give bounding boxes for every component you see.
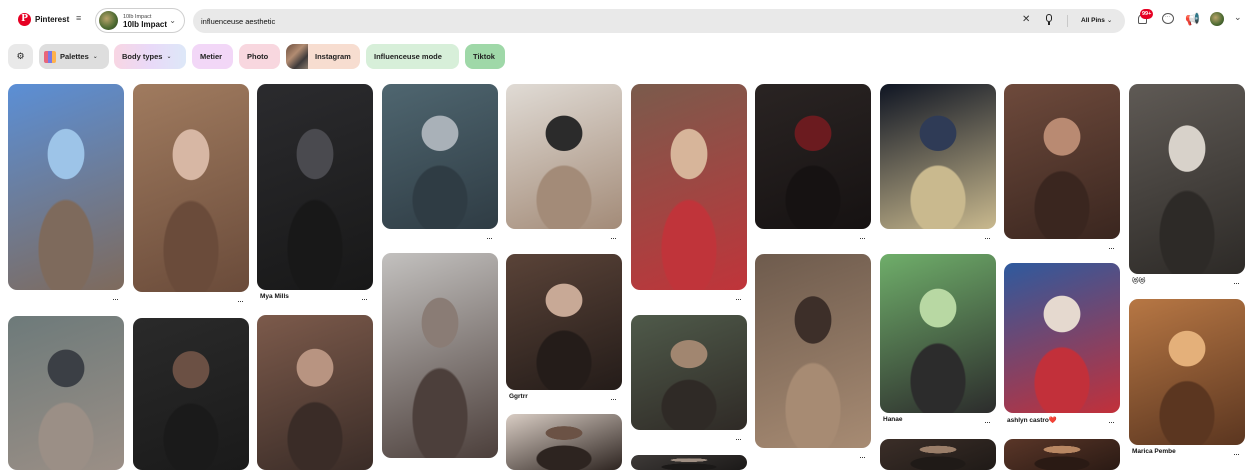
pinterest-logo[interactable]: P Pinterest: [18, 13, 69, 26]
account-avatar[interactable]: [1210, 12, 1224, 26]
pin-card[interactable]: [382, 84, 498, 229]
filter-chip-metier[interactable]: Metier: [192, 44, 233, 69]
board-thumbnail: [99, 11, 118, 30]
chevron-down-icon: ⌄: [92, 54, 98, 60]
search-input[interactable]: [201, 9, 1001, 33]
more-options-icon[interactable]: ···: [486, 234, 493, 243]
filter-chip-instagram[interactable]: Instagram: [286, 44, 360, 69]
filter-chip-label: Body types: [122, 52, 163, 61]
filter-chips-bar: ⚙ Palettes ⌄ Body types ⌄ Metier Photo Ins…: [0, 44, 1250, 70]
search-bar: ✕ All Pins⌄: [193, 9, 1125, 33]
pin-card[interactable]: [1004, 84, 1120, 239]
filter-settings-button[interactable]: ⚙: [8, 44, 33, 69]
pin-card[interactable]: [133, 84, 249, 292]
more-options-icon[interactable]: ···: [984, 418, 991, 427]
filter-chip-label: Instagram: [315, 52, 351, 61]
instagram-chip-thumbnail: [286, 44, 308, 69]
account-chevron-down-icon[interactable]: ⌄: [1234, 12, 1242, 23]
filter-chip-body-types[interactable]: Body types ⌄: [114, 44, 186, 69]
more-options-icon[interactable]: ···: [1233, 450, 1240, 459]
search-scope-label: All Pins: [1081, 17, 1105, 24]
clear-search-icon[interactable]: ✕: [1022, 14, 1030, 25]
filter-chip-tiktok[interactable]: Tiktok: [465, 44, 505, 69]
app-name: Pinterest: [35, 15, 70, 24]
notifications-badge: 99+: [1140, 9, 1154, 19]
more-options-icon[interactable]: ···: [237, 297, 244, 306]
pin-card[interactable]: [880, 254, 996, 413]
more-options-icon[interactable]: ···: [1233, 279, 1240, 288]
search-divider: [1067, 15, 1068, 27]
more-options-icon[interactable]: ···: [610, 234, 617, 243]
filter-chip-label: Palettes: [60, 52, 89, 61]
search-scope-dropdown[interactable]: All Pins ⌄: [1081, 16, 1112, 24]
pin-card[interactable]: [755, 254, 871, 448]
pin-card[interactable]: [1004, 439, 1120, 470]
pin-card[interactable]: [257, 315, 373, 470]
messages-icon[interactable]: ···: [1160, 11, 1175, 26]
pin-card[interactable]: [8, 316, 124, 470]
pin-caption[interactable]: ashlyn castro❤️: [1007, 416, 1057, 424]
pin-card[interactable]: [133, 318, 249, 470]
pin-caption[interactable]: 😻😻: [1132, 277, 1146, 285]
pin-card[interactable]: [631, 84, 747, 290]
microphone-icon[interactable]: [1045, 14, 1053, 27]
pin-card[interactable]: [880, 439, 996, 470]
chevron-down-icon: ⌄: [169, 16, 176, 25]
more-options-icon[interactable]: ···: [859, 234, 866, 243]
pin-card[interactable]: [631, 315, 747, 430]
filter-chip-label: Tiktok: [473, 52, 495, 61]
pinterest-logo-icon: P: [18, 13, 31, 26]
more-options-icon[interactable]: ···: [1108, 244, 1115, 253]
filter-chip-influenceuse-mode[interactable]: Influenceuse mode: [366, 44, 459, 69]
pin-caption[interactable]: Mya Mills: [260, 293, 289, 300]
menu-icon[interactable]: ≡: [76, 13, 81, 23]
pin-card[interactable]: [755, 84, 871, 229]
more-options-icon[interactable]: ···: [112, 295, 119, 304]
chevron-down-icon: ⌄: [166, 54, 172, 60]
palette-icon: [44, 50, 56, 63]
pin-card[interactable]: [8, 84, 124, 290]
board-name: 10lb Impact: [123, 19, 168, 29]
more-options-icon[interactable]: ···: [735, 295, 742, 304]
pin-card[interactable]: [1004, 263, 1120, 413]
filter-chip-label: Influenceuse mode: [374, 52, 442, 61]
chevron-down-icon: ⌄: [1106, 17, 1113, 24]
more-options-icon[interactable]: ···: [361, 295, 368, 304]
top-bar: P Pinterest ≡ 10lb Impact 10lb Impact ⌄ …: [0, 0, 1250, 40]
filter-chip-label: Photo: [247, 52, 269, 61]
megaphone-icon[interactable]: 📢: [1185, 11, 1200, 26]
pin-card[interactable]: [1129, 84, 1245, 274]
pin-card[interactable]: [382, 253, 498, 458]
pin-caption[interactable]: Ggrtrr: [509, 393, 528, 400]
board-selector[interactable]: 10lb Impact 10lb Impact ⌄: [95, 8, 185, 33]
pin-caption[interactable]: Marica Pembe: [1132, 448, 1176, 455]
filter-chip-label: Metier: [200, 52, 223, 61]
pin-card[interactable]: [631, 455, 747, 470]
more-options-icon[interactable]: ···: [984, 234, 991, 243]
sliders-icon: ⚙: [16, 51, 25, 61]
pin-card[interactable]: [257, 84, 373, 290]
pin-card[interactable]: [506, 414, 622, 470]
more-options-icon[interactable]: ···: [1108, 418, 1115, 427]
filter-chip-photo[interactable]: Photo: [239, 44, 280, 69]
more-options-icon[interactable]: ···: [735, 435, 742, 444]
pin-card[interactable]: [506, 254, 622, 390]
pin-card[interactable]: [880, 84, 996, 229]
filter-chip-palettes[interactable]: Palettes ⌄: [39, 44, 109, 69]
more-options-icon[interactable]: ···: [859, 453, 866, 462]
pin-card[interactable]: [1129, 299, 1245, 445]
pin-caption[interactable]: Hanae: [883, 416, 903, 423]
pin-card[interactable]: [506, 84, 622, 229]
more-options-icon[interactable]: ···: [610, 395, 617, 404]
